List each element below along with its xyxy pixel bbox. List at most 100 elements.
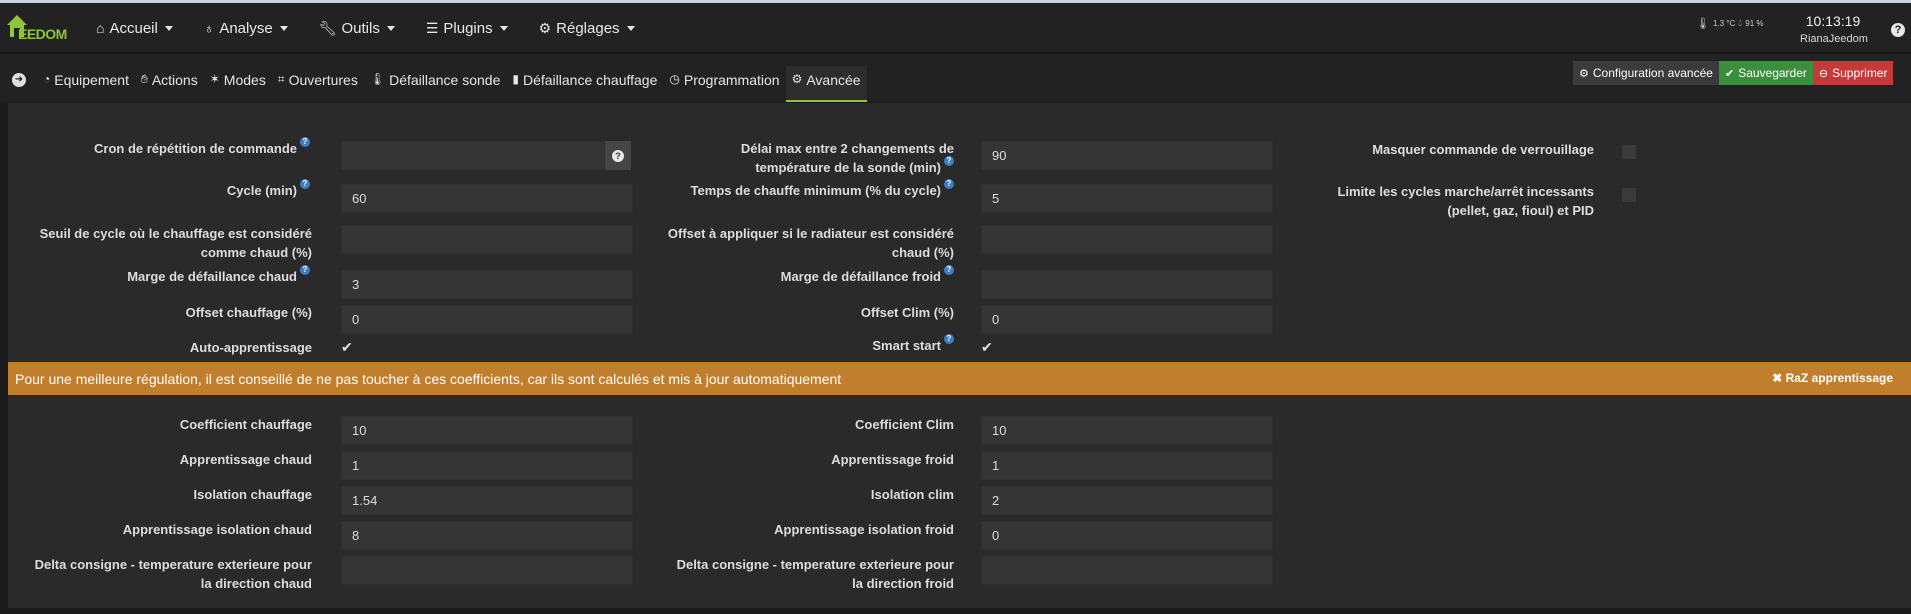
question-icon[interactable]: ? <box>300 137 310 147</box>
limite-cycles-checkbox[interactable] <box>1622 188 1636 202</box>
coef-clim-label: Coefficient Clim <box>855 417 954 432</box>
clock-icon: ◷ <box>669 72 680 86</box>
stethoscope-icon: ♁ <box>203 20 215 36</box>
appr-iso-chaud-input[interactable]: 8 <box>341 521 633 550</box>
temps-chauffe-label: Temps de chauffe minimum (% du cycle)? <box>640 179 954 200</box>
marge-froid-label: Marge de défaillance froid? <box>640 265 954 286</box>
temperature-value: 1.3 °C <box>1712 19 1736 28</box>
offset-clim-input[interactable]: 0 <box>981 305 1273 334</box>
question-icon[interactable]: ? <box>944 265 954 275</box>
help-icon[interactable]: ? <box>1891 23 1905 37</box>
iso-chauffage-input[interactable]: 1.54 <box>341 486 633 515</box>
marge-froid-input[interactable] <box>981 270 1273 299</box>
main-menu: ⌂ Accueil ♁ Analyse 🔧︎ Outils ☰ Plugins … <box>96 3 666 53</box>
question-icon[interactable]: ? <box>944 156 954 166</box>
jeedom-logo[interactable]: EEDOM <box>4 11 76 45</box>
tasks-icon: ☰ <box>425 19 439 36</box>
humidity-value: 91 % <box>1745 19 1764 28</box>
menu-plugins[interactable]: ☰ Plugins <box>426 20 508 37</box>
chevron-down-icon <box>386 25 395 31</box>
tachometer-icon: ◔ <box>43 72 51 86</box>
tab-modes[interactable]: ✶ Modes <box>204 66 272 102</box>
masquer-label: Masquer commande de verrouillage <box>1372 142 1594 157</box>
chevron-down-icon <box>499 25 508 31</box>
offset-radiateur-label: Offset à appliquer si le radiateur est c… <box>667 226 954 260</box>
temps-chauffe-input[interactable]: 5 <box>981 184 1273 213</box>
seuil-cycle-label: Seuil de cycle où le chauffage est consi… <box>39 226 312 260</box>
tab-actions[interactable]: ✋︎ Actions <box>135 66 204 102</box>
appr-iso-froid-label: Apprentissage isolation froid <box>774 522 954 537</box>
clock-time: 10:13:19 <box>1805 13 1861 29</box>
appr-chaud-input[interactable]: 1 <box>341 451 633 480</box>
auto-apprentissage-label: Auto-apprentissage <box>189 340 312 355</box>
menu-accueil[interactable]: ⌂ Accueil <box>96 20 173 37</box>
delai-input[interactable]: 90 <box>981 141 1273 170</box>
cycle-input[interactable]: 60 <box>341 184 633 213</box>
question-icon[interactable]: ? <box>300 179 310 189</box>
action-buttons: ⚙ Configuration avancée ✔ Sauvegarder ⊖ Sup… <box>1573 61 1894 85</box>
menu-reglages[interactable]: ⚙ Réglages <box>539 20 635 37</box>
delete-button[interactable]: ⊖ Supprimer <box>1812 61 1894 85</box>
page-bottom <box>0 608 1911 614</box>
question-icon[interactable]: ? <box>300 265 310 275</box>
minus-circle-icon: ⊖ <box>1818 67 1829 80</box>
masquer-checkbox[interactable] <box>1622 145 1636 159</box>
chevron-down-icon <box>279 25 288 31</box>
marge-chaud-label: Marge de défaillance chaud? <box>20 265 310 286</box>
tab-programmation[interactable]: ◷ Programmation <box>663 66 785 102</box>
tab-equipement[interactable]: ◔ Equipement <box>37 66 135 102</box>
close-icon: ✖ <box>1772 371 1783 385</box>
smart-start-checkbox[interactable]: ✔ <box>981 339 993 356</box>
marge-chaud-input[interactable]: 3 <box>341 270 633 299</box>
appr-chaud-label: Apprentissage chaud <box>179 452 312 467</box>
save-button[interactable]: ✔ Sauvegarder <box>1718 61 1813 85</box>
offset-chauffage-input[interactable]: 0 <box>341 305 633 334</box>
thermometer-icon: 🌡︎ <box>369 72 386 86</box>
coef-clim-input[interactable]: 10 <box>981 416 1273 445</box>
tab-bar: ➜ ◔ Equipement ✋︎ Actions ✶ Modes ⌗ Ouvertur… <box>0 54 1911 102</box>
username[interactable]: RianaJeedom <box>1800 33 1868 45</box>
tab-defaillance-sonde[interactable]: 🌡︎ Défaillance sonde <box>364 66 507 102</box>
appr-iso-froid-input[interactable]: 0 <box>981 521 1273 550</box>
weather-widget[interactable]: 🌡︎ 1.3 °C 💧︎ 91 % <box>1696 17 1764 30</box>
tab-defaillance-chauffage[interactable]: ▮ Défaillance chauffage <box>506 66 663 102</box>
question-icon[interactable]: ? <box>944 179 954 189</box>
tabs: ➜ ◔ Equipement ✋︎ Actions ✶ Modes ⌗ Ouvertur… <box>12 66 867 102</box>
menu-analyse[interactable]: ♁ Analyse <box>204 20 288 37</box>
alert-text: Pour une meilleure régulation, il est co… <box>15 370 842 387</box>
seuil-cycle-input[interactable] <box>341 225 633 254</box>
tab-ouvertures[interactable]: ⌗ Ouvertures <box>272 66 364 102</box>
iso-clim-input[interactable]: 2 <box>981 486 1273 515</box>
menu-outils[interactable]: 🔧︎ Outils <box>319 20 395 37</box>
appr-froid-input[interactable]: 1 <box>981 451 1273 480</box>
chevron-down-icon <box>626 25 635 31</box>
delta-froid-label: Delta consigne - temperature exterieure … <box>676 557 954 591</box>
coef-chauffage-label: Coefficient chauffage <box>179 417 312 432</box>
chevron-down-icon <box>164 25 173 31</box>
cron-label: Cron de répétition de commande? <box>20 137 310 158</box>
delta-froid-input[interactable] <box>981 556 1273 585</box>
cycle-label: Cycle (min)? <box>20 179 310 200</box>
delta-chaud-input[interactable] <box>341 556 633 585</box>
magic-icon: ✶ <box>209 72 220 86</box>
offset-radiateur-input[interactable] <box>981 225 1273 254</box>
coef-chauffage-input[interactable]: 10 <box>341 416 633 445</box>
wrench-icon: 🔧︎ <box>318 19 337 36</box>
question-icon[interactable]: ? <box>944 334 954 344</box>
smart-start-label: Smart start? <box>640 334 954 355</box>
clock: 10:13:19 RianaJeedom <box>1800 13 1868 45</box>
raz-apprentissage-button[interactable]: ✖ RaZ apprentissage <box>1772 371 1893 385</box>
logo-text: EEDOM <box>18 26 67 42</box>
cron-help-button[interactable]: ? <box>605 141 631 170</box>
window-icon: ⌗ <box>277 72 285 86</box>
delta-chaud-label: Delta consigne - temperature exterieure … <box>34 557 312 591</box>
offset-clim-label: Offset Clim (%) <box>860 305 954 320</box>
cron-input[interactable] <box>341 141 605 170</box>
limite-cycles-label: Limite les cycles marche/arrêt incessant… <box>1337 184 1594 218</box>
back-arrow-icon[interactable]: ➜ <box>12 73 26 87</box>
advanced-config-button[interactable]: ⚙ Configuration avancée <box>1573 61 1719 85</box>
auto-apprentissage-checkbox[interactable]: ✔ <box>341 339 353 356</box>
cogs-icon: ⚙ <box>538 19 552 36</box>
tab-avancee[interactable]: ⚙ Avancée <box>785 66 867 102</box>
cog-icon: ⚙ <box>791 72 803 86</box>
